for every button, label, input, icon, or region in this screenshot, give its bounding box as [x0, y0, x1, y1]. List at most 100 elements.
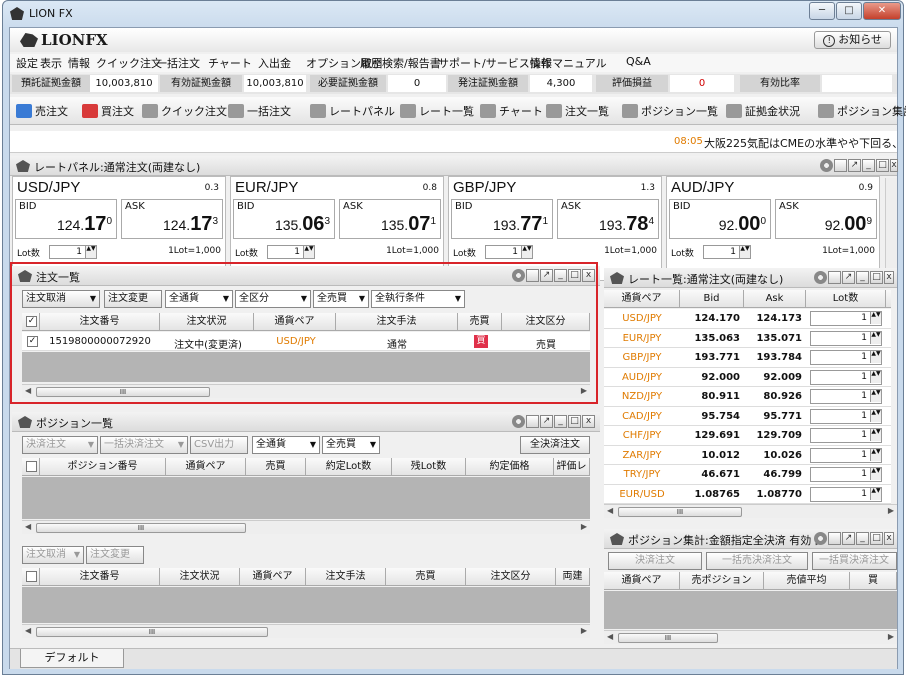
tab-default[interactable]: デフォルト [20, 649, 124, 668]
lot-input[interactable]: 1 ▲▼ [810, 447, 882, 463]
select-all-checkbox[interactable] [26, 461, 37, 472]
menu-item-2[interactable]: 情報 [68, 55, 90, 71]
pin-icon[interactable]: ↗ [540, 415, 553, 428]
menu-item-4[interactable]: 一括注文 [156, 55, 200, 71]
bulk-buy-close-button[interactable]: 一括買決済注文 [812, 552, 897, 570]
rate-bid[interactable]: 95.754 [680, 411, 744, 422]
ask-button[interactable]: ASK 193.784 [557, 199, 659, 239]
table-row[interactable]: USD/JPY 124.170 124.173 1 ▲▼ [604, 309, 891, 329]
column-header[interactable]: Lot数 [806, 290, 886, 308]
panel-minimize-icon[interactable]: _ [862, 159, 875, 172]
palette-icon[interactable] [828, 271, 841, 284]
scroll-thumb[interactable]: III [36, 523, 246, 533]
column-header[interactable]: 売値平均 [764, 572, 850, 590]
menu-item-8[interactable]: 履歴検索/報告書 [360, 55, 441, 71]
summary-close-button[interactable]: 決済注文 [608, 552, 702, 570]
rate-ask[interactable]: 129.709 [744, 430, 806, 441]
panel-close-icon[interactable]: x [890, 159, 898, 172]
stepper-icon[interactable]: ▲▼ [870, 487, 881, 500]
menu-item-0[interactable]: 設定 [16, 55, 38, 71]
column-header[interactable]: 売ポジション [680, 572, 764, 590]
table-row[interactable]: EUR/USD 1.08765 1.08770 1 ▲▼ [604, 484, 891, 504]
bulk-close-button[interactable]: 一括決済注文 [100, 436, 188, 454]
lot-input[interactable]: 1 ▲▼ [810, 350, 882, 365]
sub-change-button[interactable]: 注文変更 [86, 546, 144, 564]
toolbar-button-3[interactable]: 一括注文 [228, 103, 291, 119]
scroll-left-icon[interactable]: ◀ [25, 522, 31, 531]
column-header[interactable]: 両建 [556, 568, 590, 586]
panel-minimize-icon[interactable]: _ [554, 415, 567, 428]
ask-button[interactable]: ASK 135.071 [339, 199, 441, 239]
stepper-icon[interactable]: ▲▼ [521, 246, 532, 258]
menu-item-3[interactable]: クイック注文 [96, 55, 162, 71]
position-table-hscroll[interactable]: ◀ III ▶ [22, 520, 590, 534]
settings-gear-icon[interactable] [512, 415, 525, 428]
csv-export-button[interactable]: CSV出力 [190, 436, 248, 454]
lot-input[interactable]: 1 ▲▼ [810, 486, 882, 502]
scroll-left-icon[interactable]: ◀ [25, 626, 31, 635]
lot-input[interactable]: 1 ▲▼ [810, 330, 882, 346]
rate-ask[interactable]: 95.771 [744, 411, 806, 422]
table-row[interactable]: CHF/JPY 129.691 129.709 1 ▲▼ [604, 426, 891, 446]
select-all-checkbox[interactable] [26, 571, 37, 582]
rate-bid[interactable]: 193.771 [680, 352, 744, 363]
panel-maximize-icon[interactable]: □ [568, 415, 581, 428]
rate-list-hscroll[interactable]: ◀ III ▶ [604, 504, 897, 518]
column-header[interactable]: 約定Lot数 [306, 458, 392, 476]
table-row[interactable]: EUR/JPY 135.063 135.071 1 ▲▼ [604, 328, 891, 348]
column-header[interactable]: 注文手法 [306, 568, 386, 586]
column-header[interactable]: Ask [744, 290, 806, 308]
lot-input[interactable]: 1 ▲▼ [810, 428, 882, 443]
toolbar-button-8[interactable]: ポジション一覧 [622, 103, 718, 119]
rate-bid[interactable]: 10.012 [680, 450, 744, 461]
panel-minimize-icon[interactable]: _ [856, 532, 869, 545]
settings-gear-icon[interactable] [820, 159, 833, 172]
lot-input[interactable]: 1 ▲▼ [49, 245, 97, 259]
panel-maximize-icon[interactable]: □ [870, 532, 883, 545]
pin-icon[interactable]: ↗ [842, 532, 855, 545]
toolbar-button-0[interactable]: 売注文 [16, 103, 68, 119]
lot-input[interactable]: 1 ▲▼ [703, 245, 751, 259]
table-row[interactable]: CAD/JPY 95.754 95.771 1 ▲▼ [604, 406, 891, 426]
toolbar-button-10[interactable]: ポジション集計 [818, 103, 906, 119]
column-header[interactable]: 通貨ペア [166, 458, 246, 476]
menu-item-5[interactable]: チャート [208, 55, 252, 71]
column-header[interactable]: 売買 [386, 568, 466, 586]
lot-input[interactable]: 1 ▲▼ [267, 245, 315, 259]
stepper-icon[interactable]: ▲▼ [870, 331, 881, 344]
column-header[interactable]: 約定価格 [466, 458, 554, 476]
ask-button[interactable]: ASK 124.173 [121, 199, 223, 239]
menu-item-10[interactable]: 操作マニュアル [530, 55, 607, 71]
column-header[interactable]: 通貨ペア [604, 290, 680, 308]
toolbar-button-4[interactable]: レートパネル [310, 103, 395, 119]
panel-close-icon[interactable]: x [582, 415, 595, 428]
panel-minimize-icon[interactable]: _ [856, 271, 869, 284]
stepper-icon[interactable]: ▲▼ [870, 409, 881, 422]
column-header[interactable]: 評価レ [554, 458, 590, 476]
notice-button[interactable]: ! お知らせ [814, 31, 891, 49]
panel-close-icon[interactable]: x [884, 532, 894, 545]
menu-item-11[interactable]: Q&A [626, 55, 651, 68]
rate-ask[interactable]: 135.071 [744, 333, 806, 344]
stepper-icon[interactable]: ▲▼ [870, 370, 881, 383]
bid-button[interactable]: BID 135.063 [233, 199, 335, 239]
scroll-thumb[interactable]: III [618, 633, 718, 643]
rate-bid[interactable]: 46.671 [680, 469, 744, 480]
summary-hscroll[interactable]: ◀ III ▶ [604, 630, 897, 644]
palette-icon[interactable] [828, 532, 841, 545]
lot-input[interactable]: 1 ▲▼ [810, 389, 882, 404]
toolbar-button-7[interactable]: 注文一覧 [546, 103, 609, 119]
scroll-thumb[interactable]: III [618, 507, 742, 517]
toolbar-button-9[interactable]: 証拠金状況 [726, 103, 800, 119]
column-header[interactable]: Bid [680, 290, 744, 308]
scroll-right-icon[interactable]: ▶ [581, 626, 587, 635]
column-header[interactable]: 売買 [246, 458, 306, 476]
sub-order-hscroll[interactable]: ◀ III ▶ [22, 624, 590, 638]
bulk-sell-close-button[interactable]: 一括売決済注文 [706, 552, 808, 570]
minimize-button[interactable]: ─ [809, 2, 835, 20]
bid-button[interactable]: BID 193.771 [451, 199, 553, 239]
table-row[interactable]: TRY/JPY 46.671 46.799 1 ▲▼ [604, 465, 891, 485]
panel-close-icon[interactable]: x [884, 271, 894, 284]
table-row[interactable]: NZD/JPY 80.911 80.926 1 ▲▼ [604, 387, 891, 407]
rate-bid[interactable]: 124.170 [680, 313, 744, 324]
